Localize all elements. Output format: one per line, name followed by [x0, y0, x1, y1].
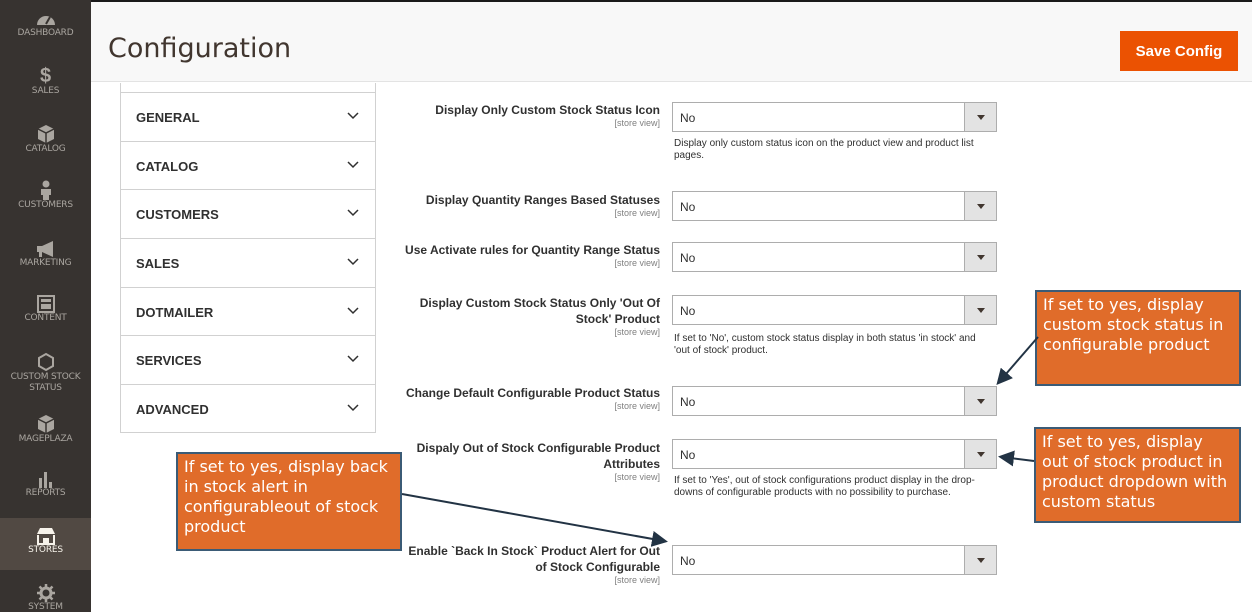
arrow-to-configurable-status: [996, 336, 1039, 386]
callout-arrows: [401, 336, 1039, 547]
arrow-to-back-in-stock: [401, 493, 668, 547]
arrow-to-dropdown-status: [998, 450, 1035, 467]
